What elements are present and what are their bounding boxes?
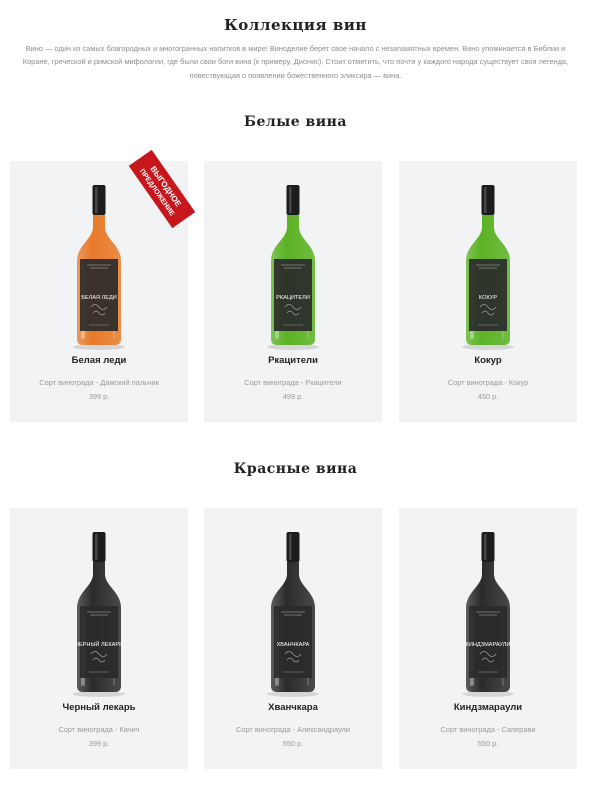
product-variety: Сорт винограда - Дамский пальчик [39, 378, 159, 387]
bottle-capsule-highlight [484, 187, 487, 213]
product-name[interactable]: Белая леди [10, 355, 188, 366]
product-price: 499 р. [282, 392, 304, 401]
bottle-capsule-highlight [289, 534, 292, 560]
intro-line: повествующая о появлении божественного э… [189, 70, 402, 80]
bottle-capsule [286, 532, 300, 562]
bottle-label-title: РКАЦИТЕЛИ [276, 295, 310, 301]
bottle-image[interactable]: ЧЕРНЫЙ ЛЕКАРЬ [10, 508, 188, 698]
product-card[interactable]: РКАЦИТЕЛИ Ркацители Сорт винограда - Рка… [204, 161, 382, 422]
intro-line: Коране, греческой и римской мифологии, г… [22, 57, 569, 67]
bottle-capsule-highlight [484, 534, 487, 560]
bottle-image[interactable]: КОКУР [399, 161, 577, 351]
promo-badge-ribbon [128, 149, 196, 229]
bottle-label-title: ХВАНЧКАРА [277, 642, 310, 648]
product-name[interactable]: Кокур [399, 355, 577, 366]
product-name[interactable]: Ркацители [204, 355, 382, 366]
bottle-capsule-highlight [289, 187, 292, 213]
product-card[interactable]: КОКУР Кокур Сорт винограда - Кокур 450 р… [399, 161, 577, 422]
bottle-capsule-highlight [95, 187, 98, 213]
bottle-capsule [481, 185, 495, 215]
product-price: 550 р. [282, 739, 304, 748]
product-name[interactable]: Черный лекарь [10, 702, 188, 713]
section-title-white-wines: Белые вина [244, 114, 347, 130]
product-variety: Сорт винограда - Саперави [440, 725, 536, 734]
section-title-red-wines: Красные вина [233, 461, 358, 477]
product-name[interactable]: Киндзмараули [399, 702, 577, 713]
bottle-capsule [92, 532, 106, 562]
product-card[interactable]: ЧЕРНЫЙ ЛЕКАРЬ Черный лекарь Сорт виногра… [10, 508, 188, 769]
product-price: 399 р. [88, 392, 110, 401]
bottle-image[interactable]: ХВАНЧКАРА [204, 508, 382, 698]
bottle-label-title: КИНДЗМАРАУЛИ [466, 642, 511, 648]
product-price: 450 р. [477, 392, 499, 401]
product-name[interactable]: Хванчкара [204, 702, 382, 713]
product-variety: Сорт винограда - Кокур [447, 378, 529, 387]
bottle-capsule [286, 185, 300, 215]
bottle-capsule [481, 532, 495, 562]
product-card[interactable]: ХВАНЧКАРА Хванчкара Сорт винограда - Але… [204, 508, 382, 769]
intro-line: Вино — один из самых благородных и много… [25, 44, 566, 53]
bottle-image[interactable]: РКАЦИТЕЛИ [204, 161, 382, 351]
bottle-label-title: ЧЕРНЫЙ ЛЕКАРЬ [75, 640, 123, 648]
page-title: Коллекция вин [224, 16, 367, 34]
bottle-capsule [92, 185, 106, 215]
product-variety: Сорт винограда - Ркацители [244, 378, 342, 387]
bottle-image[interactable]: КИНДЗМАРАУЛИ [399, 508, 577, 698]
product-variety: Сорт винограда - Александраули [236, 725, 350, 734]
product-price: 550 р. [477, 739, 499, 748]
bottle-label-title: БЕЛАЯ ЛЕДИ [81, 295, 117, 301]
bottle-label-title: КОКУР [479, 295, 497, 301]
intro-text: Вино — один из самых благородных и много… [14, 42, 577, 82]
bottle-capsule-highlight [95, 534, 98, 560]
product-price: 399 р. [88, 739, 110, 748]
product-card[interactable]: КИНДЗМАРАУЛИ Киндзмараули Сорт винограда… [399, 508, 577, 769]
product-card[interactable]: БЕЛАЯ ЛЕДИ Белая леди Сорт винограда - Д… [10, 149, 196, 422]
product-variety: Сорт винограда - Качич [58, 725, 140, 734]
